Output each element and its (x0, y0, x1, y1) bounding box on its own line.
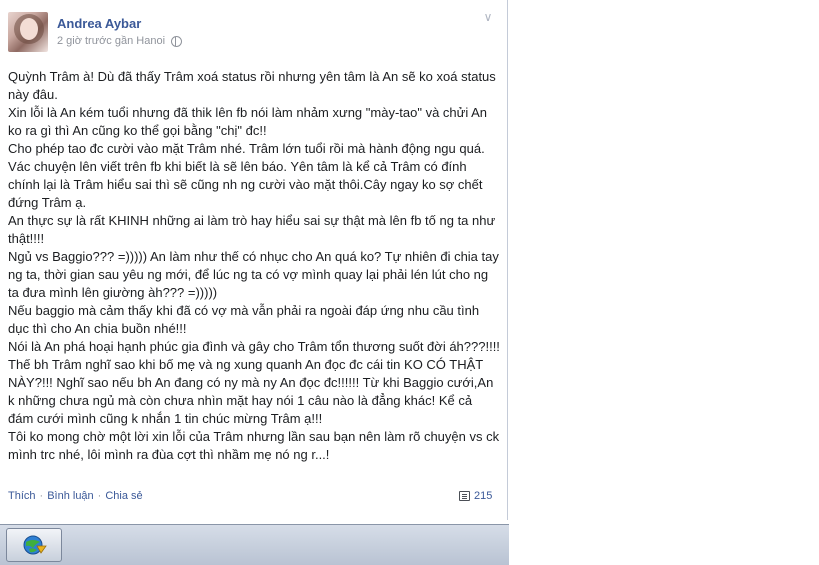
like-link[interactable]: Thích (8, 490, 36, 502)
taskbar (0, 524, 509, 565)
globe-icon[interactable] (171, 35, 183, 47)
post-paragraph: Quỳnh Trâm à! Dù đã thấy Trâm xoá status… (8, 69, 496, 102)
taskbar-app-button[interactable] (6, 528, 62, 562)
comment-count-value: 215 (474, 490, 493, 502)
post-paragraph: Xin lỗi là An kém tuổi nhưng đã thik lên… (8, 105, 488, 138)
action-separator: · (97, 490, 102, 502)
comment-icon (459, 491, 470, 501)
post-paragraph: Tôi ko mong chờ một lời xin lỗi của Trâm… (8, 429, 500, 462)
post-actions: Thích · Bình luận · Chia sẻ (8, 490, 143, 502)
post-paragraph: Ngủ vs Baggio??? =))))) An làm như thế c… (8, 249, 499, 300)
post-paragraph: Thế bh Trâm nghĩ sao khi bố mẹ và ng xun… (8, 357, 494, 426)
post-paragraph: Nói là An phá hoại hạnh phúc gia đình và… (8, 339, 500, 354)
share-link[interactable]: Chia sẻ (105, 490, 142, 502)
post-meta: 2 giờ trước gần Hanoi (57, 35, 183, 47)
avatar-face (20, 18, 38, 40)
comment-count[interactable]: 215 (459, 490, 492, 502)
post-timestamp-location[interactable]: 2 giờ trước gần Hanoi (57, 35, 165, 47)
post-paragraph: Cho phép tao đc cười vào mặt Trâm nhé. T… (8, 141, 485, 210)
post-content: Quỳnh Trâm à! Dù đã thấy Trâm xoá status… (8, 68, 500, 464)
post-paragraph: Nếu baggio mà cảm thấy khi đã có vợ mà v… (8, 303, 480, 336)
author-avatar[interactable] (8, 12, 48, 52)
author-name[interactable]: Andrea Aybar (57, 16, 141, 31)
facebook-post: Andrea Aybar 2 giờ trước gần Hanoi ∨ Quỳ… (0, 0, 508, 520)
action-separator: · (39, 490, 44, 502)
comment-link[interactable]: Bình luận (47, 490, 93, 502)
post-paragraph: An thực sự là rất KHINH những ai làm trò… (8, 213, 496, 246)
idm-globe-icon (23, 535, 47, 555)
chevron-down-icon[interactable]: ∨ (481, 10, 495, 24)
